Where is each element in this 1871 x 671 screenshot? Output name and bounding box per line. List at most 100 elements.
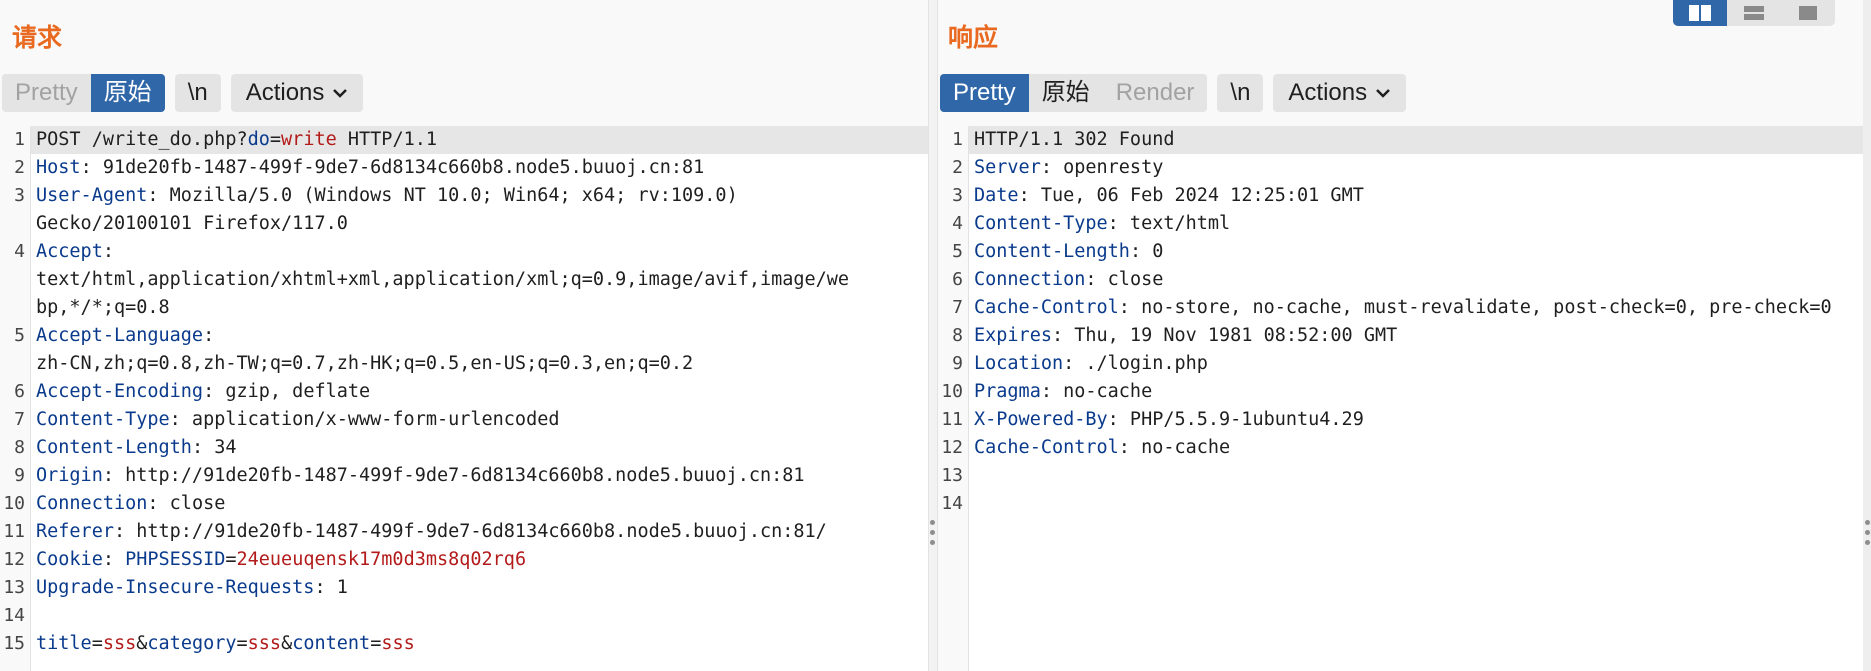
response-code-area[interactable]: 1 HTTP/1.1 302 Found 2 Server: openresty 3 Da…: [941, 126, 1871, 671]
response-line-number: 10: [941, 381, 963, 402]
text-segment: : close: [1085, 269, 1164, 290]
text-segment: :: [102, 549, 126, 570]
request-line-text: Accept-Encoding: gzip, deflate: [31, 378, 928, 406]
response-code-line[interactable]: 4 Content-Type: text/html: [952, 210, 1871, 238]
response-line-text: X-Powered-By: PHP/5.5.9-1ubuntu4.29: [969, 406, 1871, 434]
request-line-text: User-Agent: Mozilla/5.0 (Windows NT 10.0…: [31, 182, 928, 238]
drag-handle-icon[interactable]: [1865, 520, 1871, 550]
response-code-line[interactable]: 2 Server: openresty: [952, 154, 1871, 182]
response-line-text: [969, 490, 1871, 518]
request-code-line[interactable]: 5 Accept-Language: zh-CN,zh;q=0.8,zh-TW;q…: [14, 322, 928, 378]
header-name: Server: [974, 157, 1041, 178]
response-code-line[interactable]: 1 HTTP/1.1 302 Found: [952, 126, 1871, 154]
request-code-line[interactable]: 14: [3, 602, 928, 630]
header-name: Host: [36, 157, 81, 178]
response-pretty-button[interactable]: Pretty: [940, 74, 1029, 112]
response-line-number: 14: [941, 493, 963, 514]
response-code-line[interactable]: 8 Expires: Thu, 19 Nov 1981 08:52:00 GMT: [952, 322, 1871, 350]
request-line-number: 7: [14, 409, 25, 430]
request-line-number: 2: [14, 157, 25, 178]
request-actions-label: Actions: [245, 79, 325, 106]
response-code-line[interactable]: 14: [941, 490, 1871, 518]
request-code-line[interactable]: 4 Accept: text/html,application/xhtml+xml…: [14, 238, 928, 322]
request-toolbar: Pretty 原始 \n Actions: [2, 74, 373, 112]
request-editor[interactable]: 1 POST /write_do.php?do=write HTTP/1.1 2 Ho…: [0, 126, 928, 671]
text-segment: =: [269, 129, 282, 150]
header-name: Accept-Language: [36, 325, 204, 346]
request-newline-button[interactable]: \n: [174, 74, 221, 112]
response-line-number: 8: [952, 325, 963, 346]
request-code-line[interactable]: 12 Cookie: PHPSESSID=24eueuqensk17m0d3ms8…: [3, 546, 928, 574]
text-segment: =: [236, 633, 248, 654]
response-newline-button[interactable]: \n: [1217, 74, 1264, 112]
response-line-number: 3: [952, 185, 963, 206]
chevron-down-icon: [1376, 89, 1391, 98]
request-actions-button[interactable]: Actions: [230, 74, 364, 112]
request-format-toggle: Pretty 原始: [2, 74, 165, 112]
text-segment: &: [136, 633, 148, 654]
response-code-line[interactable]: 5 Content-Length: 0: [952, 238, 1871, 266]
response-render-button[interactable]: Render: [1102, 74, 1208, 112]
response-editor[interactable]: 1 HTTP/1.1 302 Found 2 Server: openresty 3 Da…: [938, 126, 1871, 671]
param-value: write: [281, 129, 337, 150]
param-name: content: [292, 633, 371, 654]
request-pretty-button[interactable]: Pretty: [2, 74, 91, 112]
response-raw-button[interactable]: 原始: [1028, 74, 1103, 112]
layout-single-button[interactable]: [1781, 0, 1835, 26]
request-code-line[interactable]: 9 Origin: http://91de20fb-1487-499f-9de7-…: [14, 462, 928, 490]
request-code-line[interactable]: 8 Content-Length: 34: [14, 434, 928, 462]
response-line-text: Date: Tue, 06 Feb 2024 12:25:01 GMT: [969, 182, 1871, 210]
response-line-text: Location: ./login.php: [969, 350, 1871, 378]
header-name: Content-Length: [36, 437, 192, 458]
response-code-line[interactable]: 7 Cache-Control: no-store, no-cache, must…: [952, 294, 1871, 322]
response-line-number: 6: [952, 269, 963, 290]
request-code-line[interactable]: 10 Connection: close: [3, 490, 928, 518]
drag-handle-icon[interactable]: [930, 520, 936, 550]
request-line-text: Accept-Language: zh-CN,zh;q=0.8,zh-TW;q=…: [31, 322, 928, 378]
text-segment: : gzip, deflate: [203, 381, 371, 402]
request-line-text: title=sss&category=sss&content=sss: [31, 630, 928, 658]
response-line-text: [969, 462, 1871, 490]
response-code-line[interactable]: 3 Date: Tue, 06 Feb 2024 12:25:01 GMT: [952, 182, 1871, 210]
request-code-line[interactable]: 3 User-Agent: Mozilla/5.0 (Windows NT 10.…: [14, 182, 928, 238]
response-code-line[interactable]: 9 Location: ./login.php: [952, 350, 1871, 378]
request-code-line[interactable]: 6 Accept-Encoding: gzip, deflate: [14, 378, 928, 406]
layout-rows-button[interactable]: [1727, 0, 1781, 26]
request-code-line[interactable]: 13 Upgrade-Insecure-Requests: 1: [3, 574, 928, 602]
header-name: Content-Type: [974, 213, 1108, 234]
response-code-line[interactable]: 13: [941, 462, 1871, 490]
response-code-line[interactable]: 11 X-Powered-By: PHP/5.5.9-1ubuntu4.29: [941, 406, 1871, 434]
request-code-line[interactable]: 1 POST /write_do.php?do=write HTTP/1.1: [14, 126, 928, 154]
text-segment: : application/x-www-form-urlencoded: [169, 409, 560, 430]
header-name: Expires: [974, 325, 1052, 346]
layout-columns-button[interactable]: [1673, 0, 1727, 26]
header-name: X-Powered-By: [974, 409, 1108, 430]
request-code-line[interactable]: 15 title=sss&category=sss&content=sss: [3, 630, 928, 658]
header-name: User-Agent: [36, 185, 148, 206]
request-title: 请求: [12, 24, 63, 52]
response-code-line[interactable]: 10 Pragma: no-cache: [941, 378, 1871, 406]
request-code-line[interactable]: 2 Host: 91de20fb-1487-499f-9de7-6d8134c66…: [14, 154, 928, 182]
header-name: Accept-Encoding: [36, 381, 204, 402]
response-line-number: 13: [941, 465, 963, 486]
header-name: Content-Type: [36, 409, 170, 430]
param-value: sss: [381, 633, 415, 654]
response-code-line[interactable]: 12 Cache-Control: no-cache: [941, 434, 1871, 462]
param-name: PHPSESSID: [125, 549, 226, 570]
response-code-line[interactable]: 6 Connection: close: [952, 266, 1871, 294]
request-raw-button[interactable]: 原始: [90, 74, 165, 112]
request-code-line[interactable]: 11 Referer: http://91de20fb-1487-499f-9de…: [3, 518, 928, 546]
request-line-number: 14: [3, 605, 25, 626]
request-line-number: 10: [3, 493, 25, 514]
header-name: Accept: [36, 241, 103, 262]
response-line-text: Cache-Control: no-cache: [969, 434, 1871, 462]
request-code-area[interactable]: 1 POST /write_do.php?do=write HTTP/1.1 2 Ho…: [3, 126, 928, 671]
response-actions-button[interactable]: Actions: [1273, 74, 1407, 112]
text-segment: : openresty: [1040, 157, 1164, 178]
param-value: sss: [102, 633, 137, 654]
response-line-text: HTTP/1.1 302 Found: [969, 126, 1871, 154]
response-line-text: Pragma: no-cache: [969, 378, 1871, 406]
header-name: Upgrade-Insecure-Requests: [36, 577, 315, 598]
param-name: do: [247, 129, 270, 150]
request-code-line[interactable]: 7 Content-Type: application/x-www-form-ur…: [14, 406, 928, 434]
